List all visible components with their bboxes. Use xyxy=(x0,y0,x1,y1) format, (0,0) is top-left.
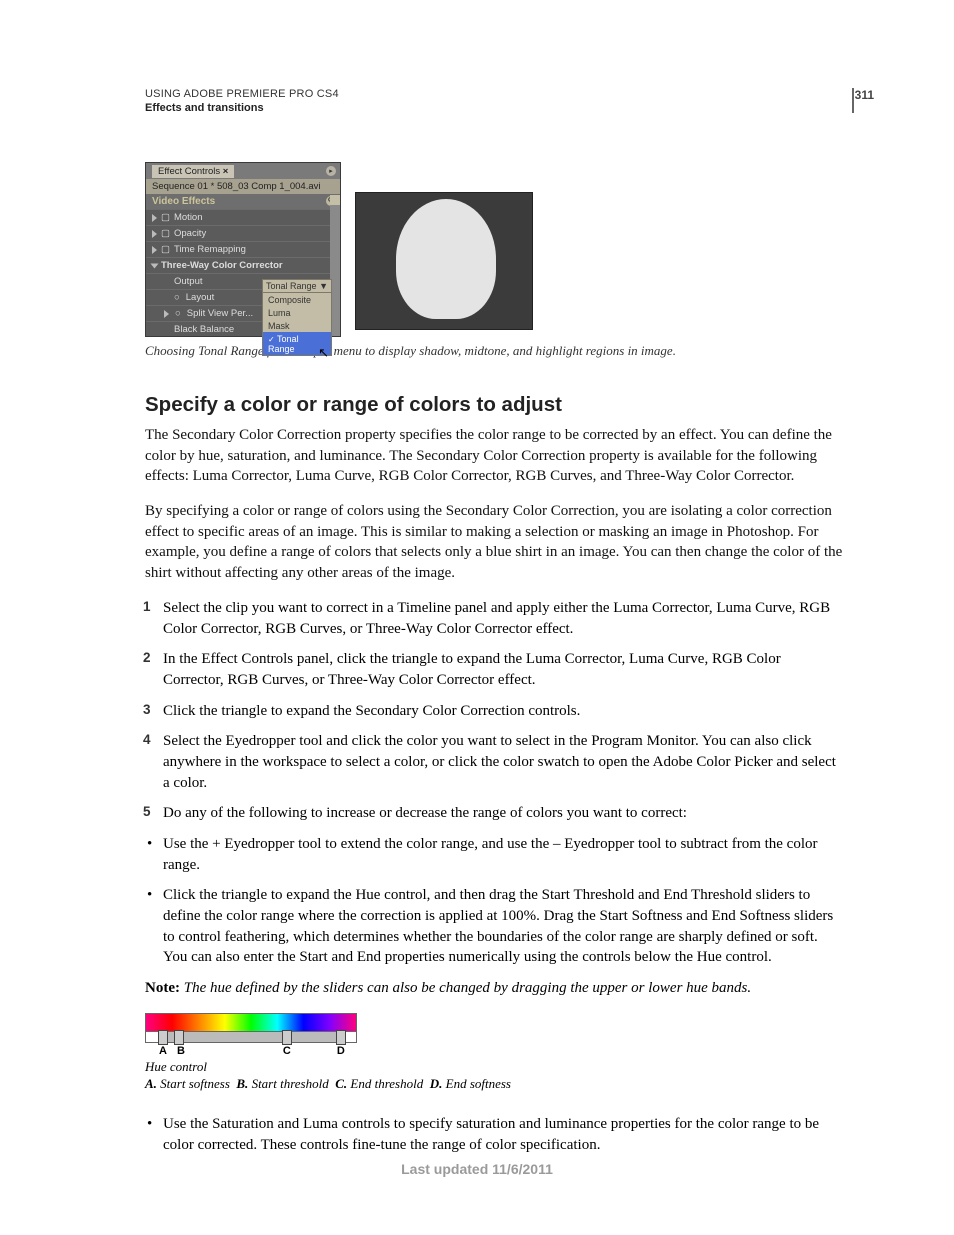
step-3: Click the triangle to expand the Seconda… xyxy=(145,701,844,722)
step-5: Do any of the following to increase or d… xyxy=(145,803,844,824)
expand-icon[interactable] xyxy=(164,310,169,318)
sub-bullet-1: Use the + Eyedropper tool to extend the … xyxy=(145,834,844,875)
effect-row-threeway[interactable]: Three-Way Color Corrector xyxy=(146,257,340,273)
section-heading: Specify a color or range of colors to ad… xyxy=(145,393,844,417)
effect-row-motion[interactable]: ▢ Motion xyxy=(146,209,340,225)
figure-1: Effect Controls × ▸ Sequence 01 * 508_03… xyxy=(145,162,844,337)
chevron-down-icon: ▼ xyxy=(319,281,328,291)
radio-icon[interactable]: ○ xyxy=(174,292,180,303)
page-number: 311 xyxy=(855,88,874,102)
hue-label-b: B xyxy=(177,1045,185,1057)
step-list: Select the clip you want to correct in a… xyxy=(145,598,844,824)
output-dropdown[interactable]: Tonal Range▼ Composite Luma Mask ✓ Tonal… xyxy=(262,279,332,356)
hue-handle-a[interactable] xyxy=(158,1030,168,1045)
dropdown-item-mask[interactable]: Mask xyxy=(263,319,331,332)
fx-icon: ▢ xyxy=(161,228,170,239)
radio-icon[interactable]: ○ xyxy=(175,308,181,319)
video-effects-header: Video Effects ⟳ xyxy=(146,194,340,209)
expand-icon[interactable] xyxy=(152,246,157,254)
expand-icon[interactable] xyxy=(152,230,157,238)
step-2: In the Effect Controls panel, click the … xyxy=(145,649,844,690)
page: 311 USING ADOBE PREMIERE PRO CS4 Effects… xyxy=(0,0,954,1235)
dropdown-selected[interactable]: Tonal Range▼ xyxy=(263,280,331,293)
expand-icon[interactable] xyxy=(152,214,157,222)
panel-tab-bar: Effect Controls × ▸ xyxy=(146,163,340,179)
paragraph-2: By specifying a color or range of colors… xyxy=(145,501,844,584)
hue-control-figure: A B C D Hue control A. Start softness B.… xyxy=(145,1013,844,1092)
header-product: USING ADOBE PREMIERE PRO CS4 xyxy=(145,88,844,100)
hue-handle-b[interactable] xyxy=(174,1030,184,1045)
effect-row-time-remapping[interactable]: ▢ Time Remapping xyxy=(146,241,340,257)
check-icon: ✓ xyxy=(268,335,275,344)
scrollbar-up-icon[interactable] xyxy=(330,195,340,205)
program-monitor-preview xyxy=(355,192,533,330)
hue-handle-d[interactable] xyxy=(336,1030,346,1045)
tab-effect-controls[interactable]: Effect Controls × xyxy=(152,165,234,178)
figure-1-caption: Choosing Tonal Range from Output menu to… xyxy=(145,343,844,359)
effect-row-opacity[interactable]: ▢ Opacity xyxy=(146,225,340,241)
hue-label-a: A xyxy=(159,1045,167,1057)
hue-handle-c[interactable] xyxy=(282,1030,292,1045)
expand-icon[interactable] xyxy=(151,263,159,268)
sequence-row: Sequence 01 * 508_03 Comp 1_004.avi xyxy=(146,179,340,194)
hue-labels: A B C D xyxy=(145,1045,357,1057)
fx-icon: ▢ xyxy=(161,212,170,223)
footer-updated: Last updated 11/6/2011 xyxy=(0,1161,954,1177)
bullet-saturation-luma: Use the Saturation and Luma controls to … xyxy=(145,1114,844,1155)
fx-icon: ▢ xyxy=(161,244,170,255)
header-section: Effects and transitions xyxy=(145,102,844,114)
hue-label-d: D xyxy=(337,1045,345,1057)
dropdown-item-composite[interactable]: Composite xyxy=(263,293,331,306)
effect-controls-panel: Effect Controls × ▸ Sequence 01 * 508_03… xyxy=(145,162,341,337)
hue-range-slider[interactable] xyxy=(145,1032,357,1043)
sub-bullet-list: Use the + Eyedropper tool to extend the … xyxy=(145,834,844,968)
hue-label-c: C xyxy=(283,1045,291,1057)
panel-flyout-icon[interactable]: ▸ xyxy=(326,166,336,176)
cursor-icon: ↖ xyxy=(318,345,329,361)
close-icon[interactable]: × xyxy=(223,166,229,177)
sub-bullet-2: Click the triangle to expand the Hue con… xyxy=(145,885,844,968)
paragraph-1: The Secondary Color Correction property … xyxy=(145,425,844,487)
step-1: Select the clip you want to correct in a… xyxy=(145,598,844,639)
hue-caption-key: A. Start softness B. Start threshold C. … xyxy=(145,1076,844,1092)
dropdown-item-tonal-range[interactable]: ✓ Tonal Range↖ xyxy=(263,332,331,355)
tonal-highlight-region xyxy=(396,199,496,319)
step-4: Select the Eyedropper tool and click the… xyxy=(145,731,844,793)
note: Note: The hue defined by the sliders can… xyxy=(145,978,844,999)
dropdown-item-luma[interactable]: Luma xyxy=(263,306,331,319)
bullet-list-2: Use the Saturation and Luma controls to … xyxy=(145,1114,844,1155)
hue-caption-title: Hue control xyxy=(145,1059,844,1075)
